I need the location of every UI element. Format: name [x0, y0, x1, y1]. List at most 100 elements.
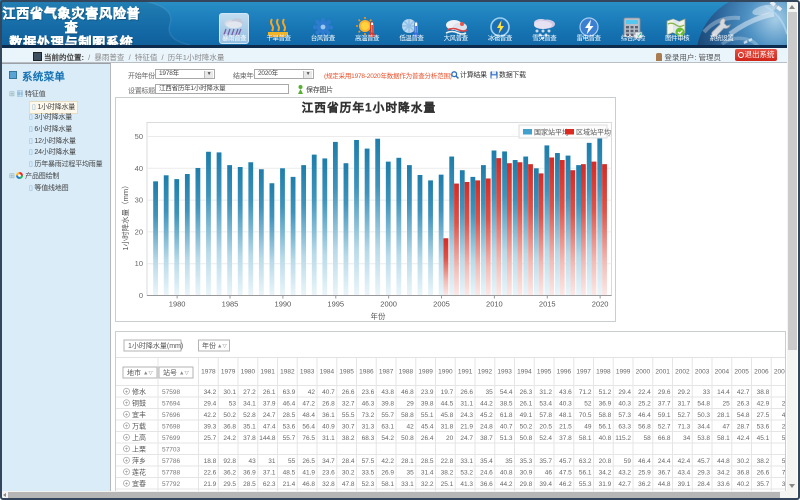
svg-text:43: 43	[249, 458, 257, 465]
svg-text:45.7: 45.7	[697, 458, 710, 465]
svg-text:37.9: 37.9	[263, 400, 276, 407]
svg-text:24.7: 24.7	[263, 412, 276, 419]
svg-text:51.3: 51.3	[500, 435, 513, 442]
svg-text:31.1: 31.1	[322, 435, 335, 442]
svg-text:38.8: 38.8	[757, 389, 770, 396]
svg-text:区域站平均: 区域站平均	[576, 128, 611, 137]
svg-text:57598: 57598	[162, 389, 180, 396]
svg-text:1995: 1995	[537, 369, 552, 376]
svg-text:21.9: 21.9	[460, 423, 473, 430]
svg-text:38.2: 38.2	[342, 435, 355, 442]
svg-text:57.5: 57.5	[362, 458, 375, 465]
svg-text:56.1: 56.1	[579, 469, 592, 476]
svg-text:26.4: 26.4	[421, 435, 434, 442]
svg-text:44.5: 44.5	[441, 400, 454, 407]
svg-text:上栗: 上栗	[132, 444, 146, 453]
svg-text:28.1: 28.1	[401, 458, 414, 465]
svg-text:1986: 1986	[359, 369, 374, 376]
svg-text:46.8: 46.8	[302, 481, 315, 488]
svg-text:1994: 1994	[517, 369, 532, 376]
svg-text:40: 40	[135, 164, 143, 173]
svg-text:28.7: 28.7	[737, 423, 750, 430]
svg-text:25.9: 25.9	[638, 469, 651, 476]
svg-text:144.8: 144.8	[259, 435, 276, 442]
svg-text:42.9: 42.9	[757, 400, 770, 407]
svg-text:24.3: 24.3	[460, 412, 473, 419]
svg-text:35: 35	[407, 469, 415, 476]
svg-text:26.6: 26.6	[757, 469, 770, 476]
svg-text:63.1: 63.1	[381, 423, 394, 430]
svg-text:51: 51	[782, 458, 786, 465]
svg-text:29.4: 29.4	[204, 400, 217, 407]
svg-text:50.8: 50.8	[401, 435, 414, 442]
svg-text:29.5: 29.5	[223, 481, 236, 488]
svg-text:39.8: 39.8	[381, 400, 394, 407]
svg-text:24.8: 24.8	[480, 423, 493, 430]
svg-text:▲▽: ▲▽	[143, 371, 153, 377]
svg-text:36.2: 36.2	[223, 469, 236, 476]
svg-text:27.5: 27.5	[757, 412, 770, 419]
svg-text:52.4: 52.4	[539, 435, 552, 442]
svg-text:46: 46	[545, 469, 553, 476]
svg-text:45.1: 45.1	[757, 435, 770, 442]
svg-text:36.2: 36.2	[638, 481, 651, 488]
svg-text:37.7: 37.7	[658, 400, 671, 407]
svg-text:+: +	[125, 458, 129, 464]
svg-text:54.2: 54.2	[381, 435, 394, 442]
svg-text:50: 50	[782, 435, 786, 442]
svg-text:53.6: 53.6	[757, 423, 770, 430]
svg-text:63.9: 63.9	[283, 389, 296, 396]
svg-text:46.4: 46.4	[283, 400, 296, 407]
svg-text:68.3: 68.3	[362, 435, 375, 442]
svg-text:57703: 57703	[162, 446, 180, 453]
svg-text:41.3: 41.3	[460, 481, 473, 488]
svg-text:国家站平均: 国家站平均	[534, 128, 569, 137]
svg-text:30.7: 30.7	[342, 423, 355, 430]
svg-text:54.4: 54.4	[500, 389, 513, 396]
svg-text:47: 47	[723, 423, 731, 430]
svg-text:58.1: 58.1	[717, 435, 730, 442]
svg-text:宜春: 宜春	[132, 479, 146, 488]
svg-text:1998: 1998	[596, 369, 611, 376]
svg-text:33.1: 33.1	[460, 458, 473, 465]
svg-text:35: 35	[505, 458, 513, 465]
svg-text:26.9: 26.9	[381, 469, 394, 476]
svg-text:1980: 1980	[169, 300, 186, 309]
svg-text:40.3: 40.3	[559, 400, 572, 407]
svg-text:1992: 1992	[478, 369, 493, 376]
svg-text:38.2: 38.2	[441, 469, 454, 476]
svg-text:35.3: 35.3	[520, 458, 533, 465]
svg-text:40.8: 40.8	[500, 469, 513, 476]
svg-text:92.8: 92.8	[223, 458, 236, 465]
svg-text:23.9: 23.9	[421, 389, 434, 396]
svg-text:63.2: 63.2	[579, 458, 592, 465]
svg-text:49: 49	[584, 423, 592, 430]
svg-text:57.3: 57.3	[618, 412, 631, 419]
svg-text:70.5: 70.5	[579, 412, 592, 419]
svg-text:+: +	[125, 470, 129, 476]
svg-text:20.8: 20.8	[599, 458, 612, 465]
svg-text:31.7: 31.7	[678, 400, 691, 407]
svg-text:46.3: 46.3	[362, 400, 375, 407]
svg-text:36.7: 36.7	[658, 469, 671, 476]
svg-text:45.4: 45.4	[421, 423, 434, 430]
svg-text:49.1: 49.1	[520, 412, 533, 419]
svg-text:1982: 1982	[280, 369, 295, 376]
svg-text:55.1: 55.1	[421, 412, 434, 419]
svg-text:24.2: 24.2	[223, 435, 236, 442]
svg-text:2006: 2006	[754, 369, 769, 376]
svg-text:1990: 1990	[438, 369, 453, 376]
svg-text:21.4: 21.4	[283, 481, 296, 488]
svg-text:▲▽: ▲▽	[217, 344, 227, 350]
svg-text:45.2: 45.2	[480, 412, 493, 419]
svg-text:59.1: 59.1	[658, 412, 671, 419]
svg-text:26.6: 26.6	[342, 389, 355, 396]
svg-text:万载: 万载	[132, 421, 146, 430]
svg-text:1980: 1980	[241, 369, 256, 376]
svg-text:22.4: 22.4	[638, 389, 651, 396]
svg-text:1987: 1987	[379, 369, 394, 376]
svg-text:18.8: 18.8	[204, 458, 217, 465]
svg-text:36.8: 36.8	[737, 469, 750, 476]
svg-text:57696: 57696	[162, 412, 180, 419]
svg-text:31.8: 31.8	[441, 423, 454, 430]
